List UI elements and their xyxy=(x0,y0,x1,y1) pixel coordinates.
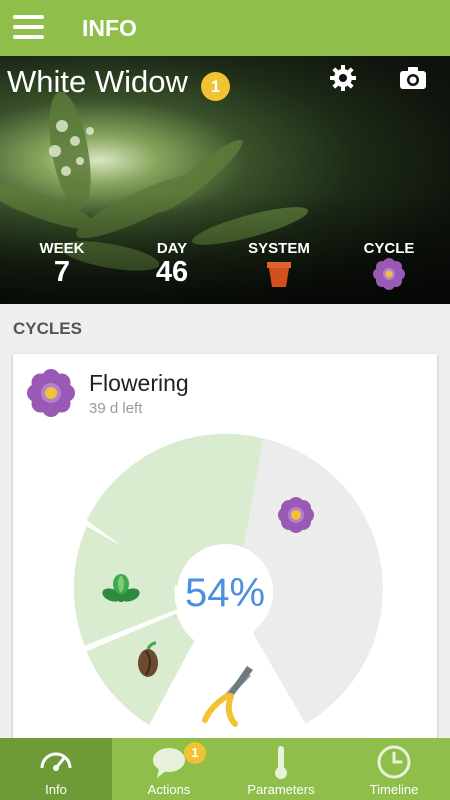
flower-icon xyxy=(278,497,314,533)
nav-parameters-label: Parameters xyxy=(247,782,315,797)
week-label: WEEK xyxy=(39,240,85,257)
day-value: 46 xyxy=(155,256,189,288)
hamburger-menu-icon[interactable] xyxy=(13,15,44,40)
nav-parameters[interactable]: Parameters xyxy=(225,738,337,800)
cycle-card[interactable]: Flowering 39 d left 54% xyxy=(13,354,437,754)
app-bar: INFO xyxy=(0,0,450,56)
page-title: INFO xyxy=(82,15,137,41)
nav-info-label: Info xyxy=(45,782,67,797)
actions-badge: 1 xyxy=(184,742,206,764)
speedometer-icon xyxy=(40,752,72,771)
plant-name: White Widow xyxy=(7,64,188,99)
cycles-section-title: CYCLES xyxy=(13,319,82,338)
nav-actions[interactable]: 1 Actions xyxy=(113,738,225,800)
progress-percent: 54% xyxy=(185,571,265,615)
pruning-shears-icon[interactable] xyxy=(202,666,253,727)
nav-timeline-label: Timeline xyxy=(369,782,419,797)
cycle-label: CYCLE xyxy=(363,240,415,257)
nav-info[interactable]: Info xyxy=(0,738,112,800)
plant-header-image: White Widow 1 WEEK 7 DAY 46 SYSTEM CYCLE xyxy=(0,56,450,304)
nav-actions-label: Actions xyxy=(147,782,191,797)
clock-icon xyxy=(377,745,411,779)
bottom-navigation: Info 1 Actions Parameters Timeline xyxy=(0,738,450,800)
notification-badge: 1 xyxy=(201,72,230,101)
day-stat: DAY 46 xyxy=(127,240,217,287)
camera-icon[interactable] xyxy=(399,66,427,90)
gear-icon[interactable] xyxy=(329,64,357,92)
system-stat[interactable]: SYSTEM xyxy=(234,240,324,294)
pot-icon xyxy=(267,262,291,287)
flower-icon xyxy=(373,258,405,290)
chat-bubble-icon xyxy=(153,748,185,778)
nav-timeline[interactable]: Timeline xyxy=(338,738,450,800)
cycle-progress-wheel[interactable]: 54% xyxy=(13,354,437,754)
week-stat: WEEK 7 xyxy=(17,240,107,287)
day-label: DAY xyxy=(156,240,188,257)
cycle-stat[interactable]: CYCLE xyxy=(344,240,434,295)
thermometer-icon xyxy=(275,746,287,779)
system-label: SYSTEM xyxy=(248,240,310,257)
week-value: 7 xyxy=(53,256,71,288)
